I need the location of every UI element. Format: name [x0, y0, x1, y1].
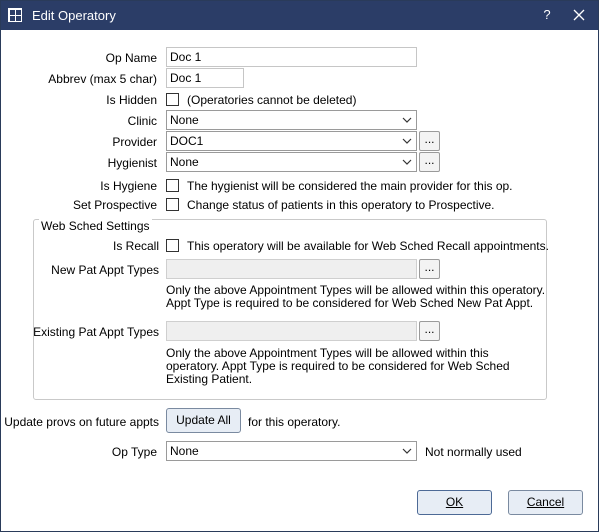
chevron-down-icon [402, 159, 412, 165]
op-name-label: Op Name [105, 51, 157, 65]
update-provs-label: Update provs on future appts [4, 415, 159, 429]
is-hidden-note: (Operatories cannot be deleted) [187, 93, 357, 107]
existing-pat-appt-types-label: Existing Pat Appt Types [33, 325, 159, 339]
abbrev-field[interactable]: Doc 1 [166, 68, 244, 88]
is-recall-checkbox[interactable] [166, 239, 179, 252]
is-hygiene-note: The hygienist will be considered the mai… [187, 179, 513, 193]
clinic-value: None [170, 113, 199, 127]
clinic-select[interactable]: None [166, 110, 417, 130]
new-pat-appt-types-picker-button[interactable]: ... [419, 259, 440, 279]
set-prospective-checkbox[interactable] [166, 198, 179, 211]
is-hidden-label: Is Hidden [106, 93, 157, 107]
existing-pat-appt-types-field[interactable] [166, 321, 417, 341]
chevron-down-icon [402, 448, 412, 454]
hygienist-picker-button[interactable]: ... [419, 152, 440, 172]
is-hidden-checkbox[interactable] [166, 93, 179, 106]
ok-button[interactable]: OK [417, 490, 492, 515]
edit-operatory-window: Edit Operatory ? Op Name Doc 1 Abbrev (m… [0, 0, 599, 532]
set-prospective-note: Change status of patients in this operat… [187, 198, 495, 212]
title-bar: Edit Operatory ? [1, 1, 598, 30]
abbrev-label: Abbrev (max 5 char) [48, 72, 157, 86]
hygienist-select[interactable]: None [166, 152, 417, 172]
is-hygiene-label: Is Hygiene [100, 179, 157, 193]
provider-select[interactable]: DOC1 [166, 131, 417, 151]
cancel-button-label: Cancel [526, 495, 565, 509]
is-recall-label: Is Recall [112, 239, 159, 253]
web-sched-title: Web Sched Settings [39, 219, 152, 233]
op-type-value: None [170, 444, 199, 458]
provider-value: DOC1 [170, 134, 204, 148]
chevron-down-icon [402, 138, 412, 144]
op-name-field[interactable]: Doc 1 [166, 47, 417, 67]
set-prospective-label: Set Prospective [72, 198, 157, 212]
is-recall-note: This operatory will be available for Web… [187, 239, 549, 253]
cancel-button[interactable]: Cancel [508, 490, 583, 515]
op-type-note: Not normally used [425, 445, 522, 459]
existing-pat-appt-types-picker-button[interactable]: ... [419, 321, 440, 341]
close-icon[interactable] [569, 5, 589, 25]
existing-pat-appt-types-note: Only the above Appointment Types will be… [166, 346, 510, 386]
window-title: Edit Operatory [32, 8, 116, 23]
new-pat-appt-types-label: New Pat Appt Types [51, 263, 159, 277]
clinic-label: Clinic [127, 114, 157, 128]
update-all-button[interactable]: Update All [166, 408, 241, 433]
new-pat-appt-types-note: Only the above Appointment Types will be… [166, 283, 546, 310]
ok-button-label: OK [445, 495, 464, 509]
provider-label: Provider [112, 135, 157, 149]
op-type-label: Op Type [111, 445, 157, 459]
help-button[interactable]: ? [539, 7, 555, 23]
op-type-select[interactable]: None [166, 441, 417, 461]
update-provs-suffix: for this operatory. [248, 415, 341, 429]
new-pat-appt-types-field[interactable] [166, 259, 417, 279]
is-hygiene-checkbox[interactable] [166, 179, 179, 192]
hygienist-value: None [170, 155, 199, 169]
app-grid-icon [8, 8, 22, 22]
hygienist-label: Hygienist [107, 156, 157, 170]
chevron-down-icon [402, 117, 412, 123]
provider-picker-button[interactable]: ... [419, 131, 440, 151]
